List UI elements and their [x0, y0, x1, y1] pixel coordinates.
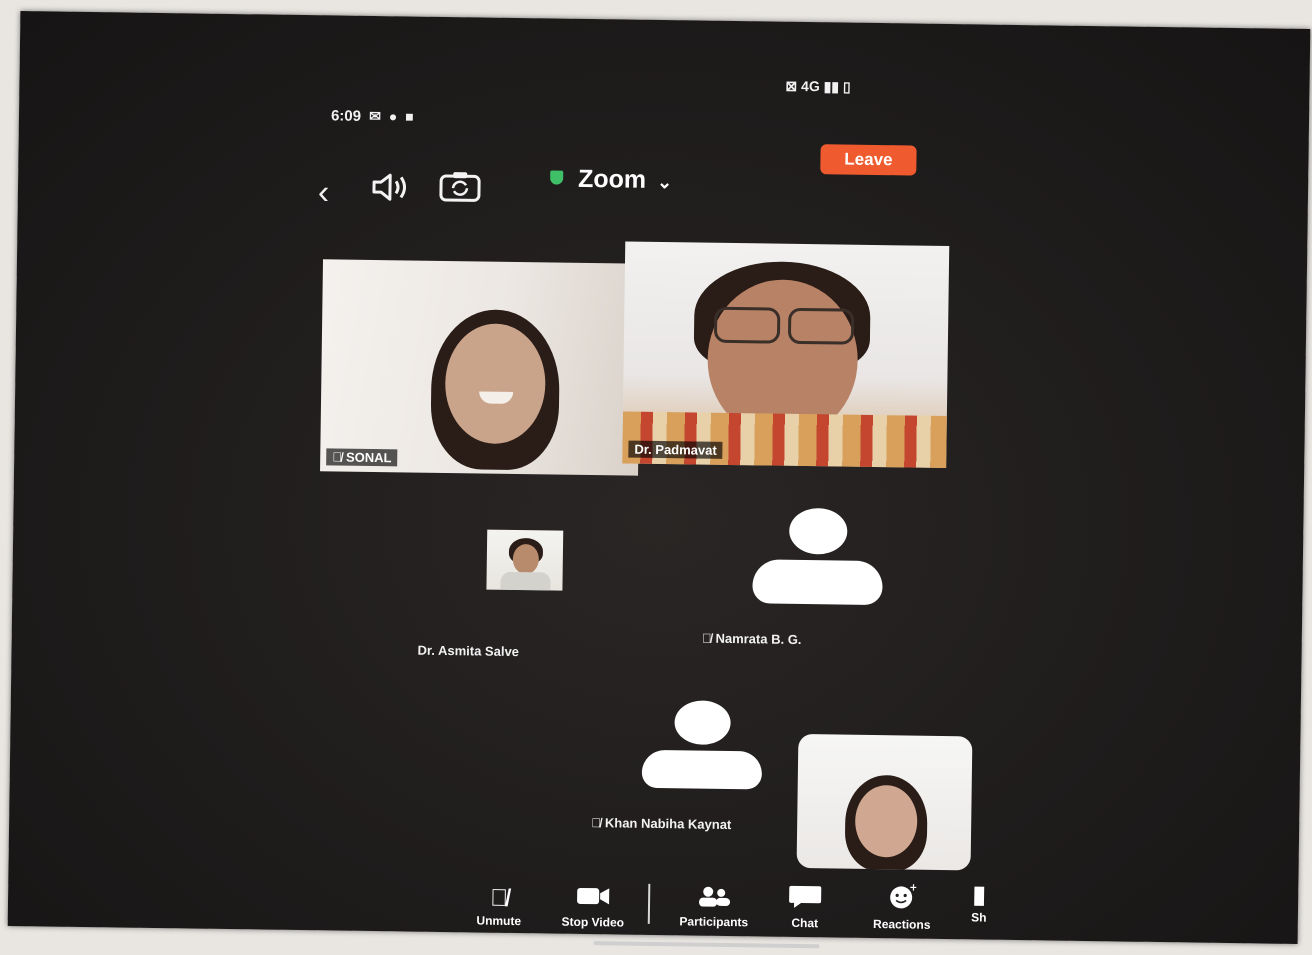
share-button[interactable]: ▮ Sh [964, 882, 995, 924]
glasses-right-lens [787, 307, 855, 345]
smiley-icon: + [860, 883, 944, 916]
participant-name: Namrata B. G. [715, 630, 802, 648]
home-indicator [593, 941, 820, 949]
leave-button[interactable]: Leave [820, 144, 917, 176]
video-tile-sonal[interactable]: 🎙̸ SONAL [320, 259, 641, 476]
chevron-left-icon[interactable]: ‹ [318, 173, 330, 212]
chat-button[interactable]: Chat [778, 884, 833, 931]
self-view[interactable] [796, 733, 973, 871]
stop-video-button[interactable]: Stop Video [550, 885, 637, 930]
name-tag-padmavat: Dr. Padmavat [628, 440, 723, 459]
tile-label-asmita: Dr. Asmita Salve [417, 642, 520, 660]
mic-off-icon: 🎙̸ [591, 815, 602, 831]
chat-label: Chat [791, 915, 819, 931]
chat-icon [778, 884, 832, 915]
avatar-head [788, 507, 848, 555]
status-bar-right: ⊠ 4G ▮▮ ▯ [785, 77, 851, 95]
avatar-head [674, 700, 731, 746]
meeting-title[interactable]: Zoom ⌄ [550, 164, 672, 195]
meeting-title-label: Zoom [577, 164, 647, 194]
stop-video-label: Stop Video [561, 914, 625, 930]
unmute-label: Unmute [476, 913, 522, 929]
video-tile-asmita[interactable] [486, 529, 564, 591]
share-icon: ▮ [972, 882, 986, 909]
participant-name: Khan Nabiha Kaynat [604, 815, 732, 833]
video-camera-icon [550, 885, 636, 914]
shield-icon [550, 170, 564, 185]
mic-off-icon: 🎙̸ [701, 630, 712, 646]
participant-name: SONAL [345, 449, 392, 466]
unmute-button[interactable]: 🎙̸ Unmute [464, 885, 535, 928]
avatar-body [752, 559, 883, 606]
mic-off-icon: 🎙̸ [332, 449, 343, 465]
avatar-khan[interactable] [641, 700, 763, 790]
participants-button[interactable]: Participants [666, 884, 763, 929]
avatar-namrata[interactable] [752, 507, 883, 606]
phone-screen: 6:09 ✉ ● ■ ⊠ 4G ▮▮ ▯ ‹ Zoom ⌄ Leave 🎙̸ SO… [7, 11, 1311, 949]
chevron-down-icon: ⌄ [656, 171, 673, 193]
toolbar-divider [647, 883, 651, 924]
participant-shirt [500, 571, 551, 591]
glasses-left-lens [713, 306, 781, 344]
participants-label: Participants [679, 914, 749, 930]
tile-label-namrata: 🎙̸ Namrata B. G. [702, 631, 802, 647]
mic-off-icon: 🎙̸ [489, 884, 509, 912]
camera-flip-icon[interactable] [438, 169, 483, 211]
svg-text:+: + [909, 883, 916, 893]
notification-icons: ✉ ● ■ [369, 107, 416, 125]
video-tile-padmavat[interactable]: Dr. Padmavat [622, 241, 950, 469]
avatar-body [641, 749, 763, 790]
tile-label-khan: 🎙̸ Khan Nabiha Kaynat [591, 815, 731, 832]
status-time: 6:09 [330, 107, 362, 125]
share-label: Sh [971, 910, 987, 925]
reactions-button[interactable]: + Reactions [860, 883, 945, 932]
reactions-label: Reactions [873, 917, 931, 932]
saree-pattern [622, 411, 947, 469]
speaker-icon[interactable] [370, 172, 411, 210]
name-tag-sonal: 🎙̸ SONAL [326, 448, 398, 467]
participants-icon [666, 884, 762, 913]
status-bar-left: 6:09 ✉ ● ■ [331, 107, 416, 125]
participant-face [512, 543, 540, 575]
